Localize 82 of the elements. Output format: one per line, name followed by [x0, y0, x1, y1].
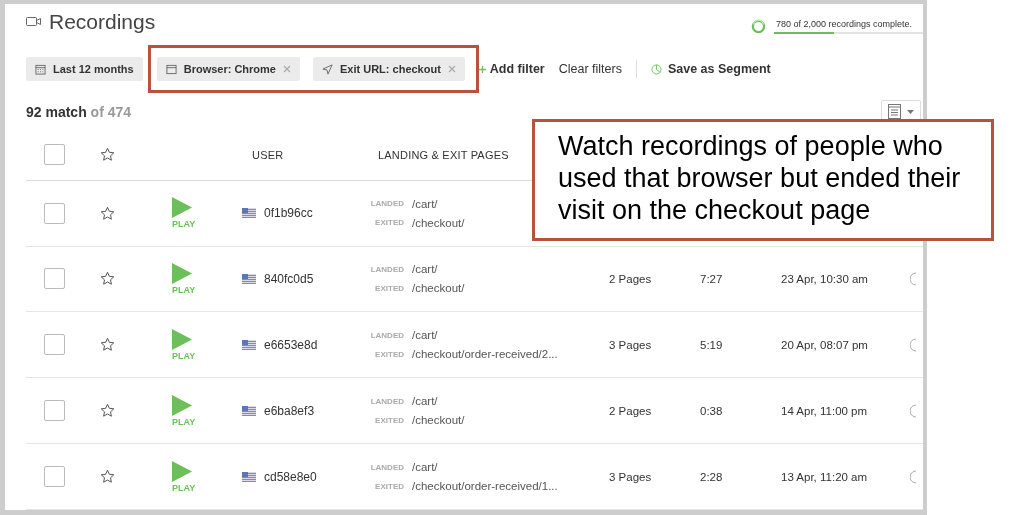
callout-text: Watch recordings of people who used that browser but ended their visit on the checkout page	[558, 130, 962, 226]
star-icon[interactable]	[100, 469, 115, 485]
pie-chart-icon	[650, 63, 662, 75]
column-header[interactable]: USER	[252, 148, 284, 161]
user-id: 0f1b96cc	[264, 206, 313, 221]
checkbox[interactable]	[44, 466, 65, 488]
add-filter-button[interactable]: Add filter	[478, 62, 545, 77]
video-camera-icon	[26, 16, 41, 28]
exited-label: EXITED	[374, 349, 404, 359]
navigation-arrow-icon	[322, 63, 333, 75]
duration: 7:27	[700, 272, 723, 285]
flag-icon	[242, 405, 256, 416]
page-count: 3 Pages	[609, 470, 652, 483]
checkbox[interactable]	[44, 268, 65, 290]
date: 20 Apr, 08:07 pm	[781, 338, 868, 351]
play-icon	[172, 262, 192, 284]
user-id: e6653e8d	[264, 337, 318, 352]
checkbox[interactable]	[44, 334, 65, 356]
landed-label: LANDED	[369, 199, 404, 209]
flag-icon	[242, 339, 256, 350]
landed-label: LANDED	[369, 462, 404, 472]
close-icon[interactable]	[283, 65, 291, 74]
landed-label: LANDED	[369, 330, 404, 340]
exited-label: EXITED	[374, 283, 404, 293]
progress-text: 780 of 2,000 recordings complete.	[775, 19, 914, 30]
star-icon[interactable]	[100, 337, 115, 353]
play-icon	[172, 197, 192, 219]
exited-label: EXITED	[374, 481, 404, 491]
page-count: 2 Pages	[609, 272, 652, 285]
date: 23 Apr, 10:30 am	[781, 272, 868, 285]
calendar-icon	[35, 63, 46, 75]
landed-label: LANDED	[369, 396, 404, 406]
progress-ring-icon	[751, 19, 766, 35]
exited-label: EXITED	[374, 415, 404, 425]
plus-icon	[478, 65, 486, 73]
star-icon[interactable]	[100, 147, 115, 163]
exited-path: /checkout/	[412, 216, 465, 229]
play-icon	[172, 394, 192, 416]
duration: 5:19	[700, 338, 723, 351]
match-count: 92 match of 474	[26, 103, 132, 120]
flag-icon	[242, 471, 256, 482]
landed-label: LANDED	[369, 264, 404, 274]
landed-path: /cart/	[412, 395, 439, 408]
user-id: 840fc0d5	[264, 271, 314, 286]
star-icon[interactable]	[100, 271, 115, 287]
exited-path: /checkout/order-received/1...	[412, 480, 558, 493]
page-title: Recordings	[49, 9, 156, 34]
page-count: 3 Pages	[609, 338, 652, 351]
window-icon	[165, 63, 177, 75]
checkbox[interactable]	[44, 144, 65, 166]
user-id: cd58e8e0	[264, 469, 317, 484]
caret-icon	[907, 109, 914, 114]
landed-path: /cart/	[412, 197, 439, 210]
column-header[interactable]: LANDING & EXIT PAGES	[378, 148, 509, 161]
date: 14 Apr, 11:00 pm	[781, 404, 868, 417]
exited-path: /checkout/	[412, 282, 465, 295]
landed-path: /cart/	[412, 461, 439, 474]
duration: 0:38	[700, 404, 723, 417]
page-count: 2 Pages	[609, 404, 652, 417]
clear-filters-link[interactable]: Clear filters	[558, 62, 622, 77]
landed-path: /cart/	[412, 263, 439, 276]
exited-label: EXITED	[374, 218, 404, 228]
save-segment-button[interactable]: Save as Segment	[650, 62, 771, 77]
duration: 2:28	[700, 470, 723, 483]
columns-icon	[888, 104, 901, 120]
filter-chip[interactable]: Browser: Chrome	[156, 57, 300, 82]
exited-path: /checkout/	[412, 414, 465, 427]
checkbox[interactable]	[44, 202, 65, 224]
user-id: e6ba8ef3	[264, 403, 315, 418]
date: 13 Apr, 11:20 am	[781, 470, 868, 483]
flag-icon	[242, 273, 256, 284]
flag-icon	[242, 208, 256, 219]
exited-path: /checkout/order-received/2...	[412, 348, 558, 361]
landed-path: /cart/	[412, 329, 439, 342]
close-icon[interactable]	[447, 65, 456, 74]
filter-chip[interactable]: Exit URL: checkout	[313, 57, 465, 82]
filter-chip[interactable]: Last 12 months	[26, 57, 143, 82]
play-icon	[172, 460, 192, 482]
play-icon	[172, 328, 192, 350]
star-icon[interactable]	[100, 205, 115, 221]
checkbox[interactable]	[44, 400, 65, 422]
star-icon[interactable]	[100, 403, 115, 419]
